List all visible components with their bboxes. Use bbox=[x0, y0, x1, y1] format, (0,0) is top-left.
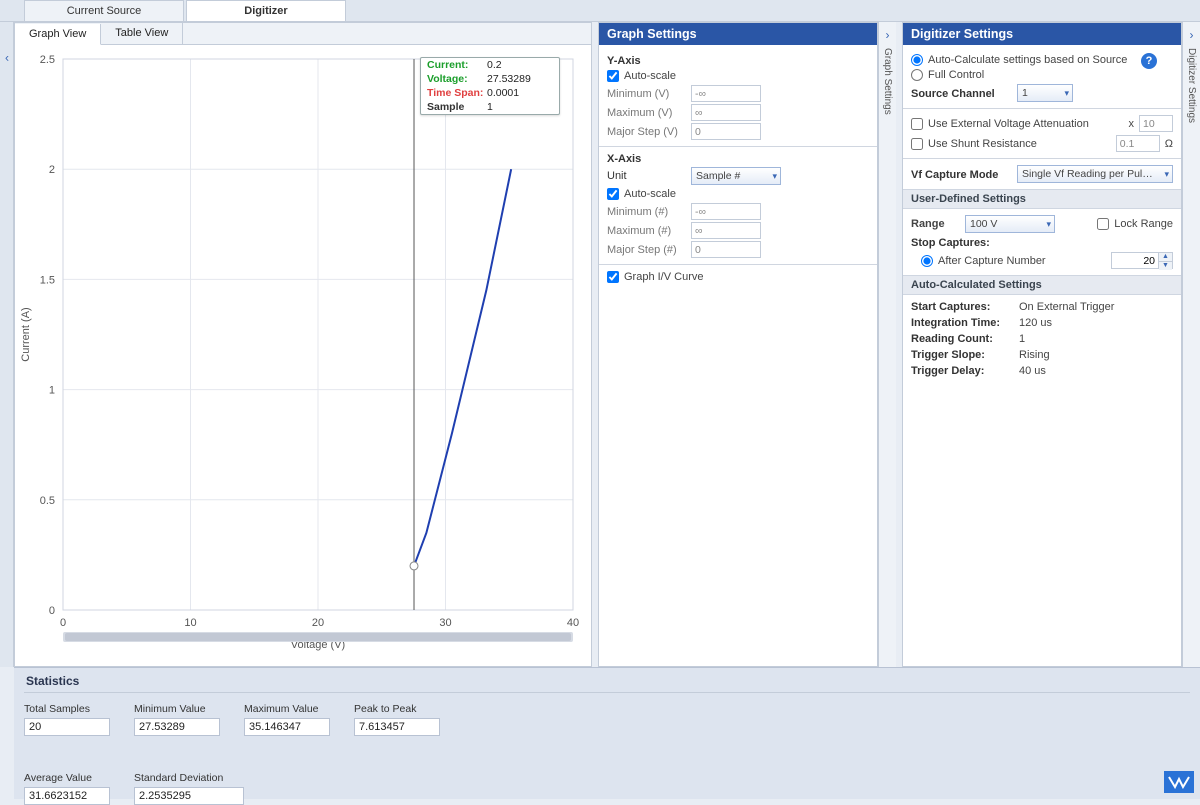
svg-text:0.5: 0.5 bbox=[40, 495, 55, 507]
y-majorstep-input[interactable] bbox=[691, 123, 761, 140]
tab-digitizer[interactable]: Digitizer bbox=[186, 0, 346, 21]
vf-capture-mode-select[interactable]: Single Vf Reading per Pul… bbox=[1017, 165, 1173, 183]
svg-text:20: 20 bbox=[312, 617, 324, 629]
user-defined-heading: User-Defined Settings bbox=[903, 189, 1181, 209]
maximum-value-field[interactable] bbox=[244, 718, 330, 736]
svg-text:2: 2 bbox=[49, 164, 55, 176]
shunt-resistance-input[interactable] bbox=[1116, 135, 1160, 152]
y-axis-heading: Y-Axis bbox=[607, 55, 869, 67]
chevron-right-icon: › bbox=[1190, 28, 1194, 42]
svg-text:0: 0 bbox=[60, 617, 66, 629]
x-majorstep-input[interactable] bbox=[691, 241, 761, 258]
ext-voltage-atten-input[interactable] bbox=[1139, 115, 1173, 132]
minimum-value-field[interactable] bbox=[134, 718, 220, 736]
graph-settings-panel: Graph Settings Y-Axis Auto-scale Minimum… bbox=[598, 22, 878, 667]
lock-range-checkbox[interactable] bbox=[1097, 218, 1109, 230]
source-channel-select[interactable]: 1 bbox=[1017, 84, 1073, 102]
total-samples-field[interactable] bbox=[24, 718, 110, 736]
tab-current-source[interactable]: Current Source bbox=[24, 0, 184, 21]
x-min-input[interactable] bbox=[691, 203, 761, 220]
y-max-input[interactable] bbox=[691, 104, 761, 121]
y-min-input[interactable] bbox=[691, 85, 761, 102]
help-icon[interactable]: ? bbox=[1141, 53, 1157, 69]
digitizer-settings-title: Digitizer Settings bbox=[903, 23, 1181, 45]
svg-text:10: 10 bbox=[184, 617, 196, 629]
digitizer-settings-collapse[interactable]: › Digitizer Settings bbox=[1182, 22, 1200, 667]
chevron-left-icon: › bbox=[5, 52, 9, 66]
statistics-panel: Statistics Total Samples Minimum Value M… bbox=[14, 667, 1200, 799]
average-value-field[interactable] bbox=[24, 787, 110, 805]
graph-settings-collapse[interactable]: › Graph Settings bbox=[878, 22, 896, 667]
digitizer-settings-panel: ? Digitizer Settings Auto-Calculate sett… bbox=[902, 22, 1182, 667]
shunt-resistance-checkbox[interactable] bbox=[911, 138, 923, 150]
y-autoscale-checkbox[interactable] bbox=[607, 70, 619, 82]
view-tab-bar: Graph View Table View bbox=[15, 23, 591, 45]
graph-settings-title: Graph Settings bbox=[599, 23, 877, 45]
svg-text:40: 40 bbox=[567, 617, 579, 629]
peak-to-peak-field[interactable] bbox=[354, 718, 440, 736]
iv-curve-plot[interactable]: 01020304000.511.522.5Voltage (V)Current … bbox=[15, 45, 591, 666]
x-axis-heading: X-Axis bbox=[607, 153, 869, 165]
svg-text:2.5: 2.5 bbox=[40, 54, 55, 66]
ext-voltage-atten-checkbox[interactable] bbox=[911, 118, 923, 130]
chart-panel: Graph View Table View 0 10 20 30 40 0 0.5 1 1.5 2… bbox=[14, 22, 592, 667]
svg-text:1: 1 bbox=[49, 385, 55, 397]
x-unit-select[interactable]: Sample # bbox=[691, 167, 781, 185]
svg-text:30: 30 bbox=[439, 617, 451, 629]
brand-logo bbox=[1164, 771, 1194, 793]
radio-after-capture-number[interactable] bbox=[921, 255, 933, 267]
tab-graph-view[interactable]: Graph View bbox=[15, 24, 101, 45]
svg-text:1.5: 1.5 bbox=[40, 274, 55, 286]
svg-text:Current (A): Current (A) bbox=[20, 307, 32, 361]
auto-calc-heading: Auto-Calculated Settings bbox=[903, 275, 1181, 295]
radio-auto-calculate[interactable] bbox=[911, 54, 923, 66]
x-autoscale-checkbox[interactable] bbox=[607, 188, 619, 200]
tab-table-view[interactable]: Table View bbox=[101, 23, 183, 44]
left-collapse-gutter[interactable]: › bbox=[0, 22, 14, 667]
top-tab-bar: Current Source Digitizer bbox=[0, 0, 1200, 22]
chevron-right-icon: › bbox=[886, 28, 890, 42]
radio-full-control[interactable] bbox=[911, 69, 923, 81]
datapoint-tooltip: Current:0.2 Voltage:27.53289 Time Span:0… bbox=[420, 57, 560, 115]
std-dev-field[interactable] bbox=[134, 787, 244, 805]
statistics-title: Statistics bbox=[24, 668, 1190, 693]
svg-text:0: 0 bbox=[49, 605, 55, 617]
graph-iv-checkbox[interactable] bbox=[607, 271, 619, 283]
x-max-input[interactable] bbox=[691, 222, 761, 239]
range-select[interactable]: 100 V bbox=[965, 215, 1055, 233]
capture-number-stepper[interactable]: ▲▼ bbox=[1111, 252, 1173, 269]
